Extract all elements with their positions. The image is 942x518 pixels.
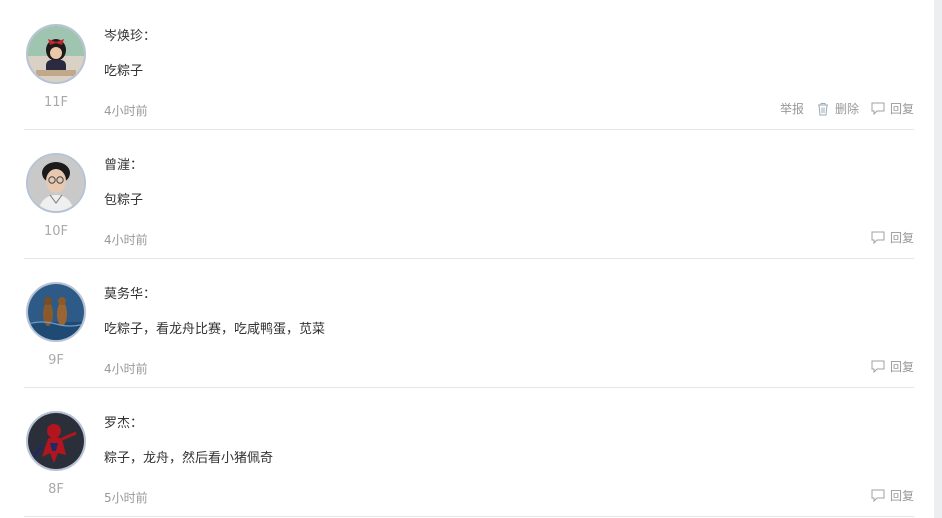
comment-author[interactable]: 罗杰：: [104, 412, 143, 431]
comment-text: 吃粽子，看龙舟比赛，吃咸鸭蛋，苋菜: [104, 322, 326, 337]
reply-button[interactable]: 回复: [871, 229, 914, 246]
comment-actions: 回复: [871, 487, 914, 504]
report-label: 举报: [779, 102, 804, 116]
report-button[interactable]: 举报: [780, 100, 804, 117]
comment-author[interactable]: 曾漄：: [104, 154, 143, 173]
trash-icon: [817, 102, 828, 115]
comment-time: 4小时前: [104, 233, 148, 247]
avatar-image-man-with-glasses: [28, 155, 84, 211]
floor-number: 9F: [48, 353, 64, 368]
comment-item: 8F 罗杰： 粽子，龙舟，然后看小猪佩奇 5小时前 回复: [24, 388, 914, 517]
avatar[interactable]: [26, 24, 86, 84]
scrollbar-track[interactable]: [934, 0, 942, 518]
comment-text: 包粽子: [104, 193, 144, 208]
comment-bubble-icon: [871, 360, 885, 373]
comment-item: 9F 莫务华： 吃粽子，看龙舟比赛，吃咸鸭蛋，苋菜 4小时前 回复: [24, 259, 914, 388]
avatar-image-bears-in-water: [28, 284, 84, 340]
floor-number: 10F: [43, 224, 69, 239]
avatar[interactable]: [26, 282, 86, 342]
comment-time: 4小时前: [104, 362, 148, 376]
comment-actions: 回复: [871, 358, 914, 375]
reply-label: 回复: [889, 489, 914, 503]
delete-label: 删除: [834, 102, 859, 116]
comment-author[interactable]: 莫务华：: [104, 283, 156, 302]
reply-button[interactable]: 回复: [871, 100, 914, 117]
comment-item: 11F 岑焕珍： 吃粽子 4小时前 举报 删除 回复: [24, 1, 914, 130]
comment-text: 粽子，龙舟，然后看小猪佩奇: [104, 451, 274, 466]
avatar-image-spiderman: [28, 413, 84, 469]
comment-time: 5小时前: [104, 491, 148, 505]
comment-actions: 举报 删除 回复: [780, 100, 914, 117]
floor-number: 8F: [48, 482, 64, 497]
comment-actions: 回复: [871, 229, 914, 246]
comment-bubble-icon: [871, 489, 885, 502]
comment-item: 10F 曾漄： 包粽子 4小时前 回复: [24, 130, 914, 259]
reply-button[interactable]: 回复: [871, 487, 914, 504]
comment-time: 4小时前: [104, 104, 148, 118]
floor-number: 11F: [43, 95, 69, 110]
comment-author[interactable]: 岑焕珍：: [104, 25, 156, 44]
avatar-image-girl-with-red-bow: [28, 26, 84, 82]
comment-bubble-icon: [871, 102, 885, 115]
reply-label: 回复: [889, 102, 914, 116]
reply-label: 回复: [889, 360, 914, 374]
avatar[interactable]: [26, 153, 86, 213]
comment-list: 11F 岑焕珍： 吃粽子 4小时前 举报 删除 回复 10F 曾漄： 包粽子 4…: [0, 0, 934, 518]
avatar[interactable]: [26, 411, 86, 471]
delete-button[interactable]: 删除: [816, 100, 859, 117]
comment-text: 吃粽子: [104, 64, 144, 79]
reply-label: 回复: [889, 231, 914, 245]
comment-bubble-icon: [871, 231, 885, 244]
reply-button[interactable]: 回复: [871, 358, 914, 375]
